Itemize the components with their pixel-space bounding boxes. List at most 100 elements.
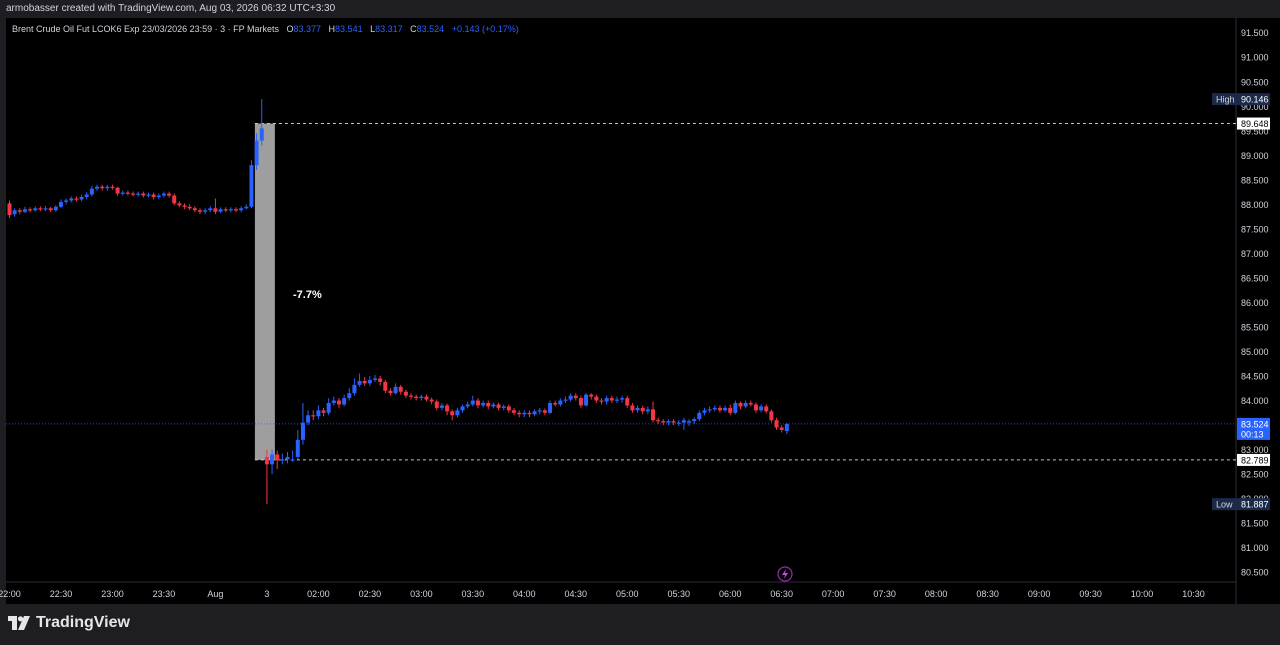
- time-tick-label: 23:00: [101, 589, 124, 599]
- candle-body: [125, 192, 130, 194]
- candle-body: [470, 400, 475, 405]
- candle-body: [537, 410, 542, 412]
- current-price-label: 83.524: [1241, 419, 1269, 429]
- time-tick-label: 05:30: [667, 589, 690, 599]
- price-tick-label: 89.000: [1241, 151, 1269, 161]
- candle-body: [692, 419, 697, 422]
- candle-body: [367, 379, 372, 384]
- bottom-level-price-label: 82.789: [1241, 455, 1269, 465]
- tradingview-logo[interactable]: TradingView: [8, 614, 130, 632]
- candle-body: [743, 402, 748, 407]
- candle-body: [131, 193, 136, 195]
- price-tick-label: 80.500: [1241, 568, 1269, 578]
- candle-body: [594, 396, 599, 401]
- high-price-label: 90.146: [1241, 95, 1269, 105]
- candle-body: [89, 188, 94, 195]
- candle[interactable]: [584, 393, 589, 407]
- candle-body: [270, 454, 275, 465]
- candlestick-chart[interactable]: -7.7% 80.50081.00081.50082.00082.50083.0…: [0, 18, 1280, 604]
- plot-area[interactable]: [6, 18, 1236, 582]
- candle-body: [620, 398, 625, 400]
- candle-body: [115, 187, 120, 194]
- time-tick-label: 06:30: [770, 589, 793, 599]
- candle-body: [455, 410, 460, 416]
- candle-body: [100, 186, 105, 189]
- candle-body: [321, 410, 326, 413]
- candle-body: [779, 427, 784, 430]
- candle-body: [635, 407, 640, 411]
- candle-body: [239, 208, 244, 211]
- candle-body: [64, 200, 69, 202]
- candle-body: [419, 396, 424, 399]
- candle-body: [58, 201, 63, 207]
- candle-body: [723, 407, 728, 411]
- candle-body: [347, 393, 352, 399]
- candle-body: [656, 420, 661, 422]
- candle-body: [234, 209, 239, 211]
- candle-body: [687, 421, 692, 423]
- candle-body: [280, 459, 285, 461]
- candle-body: [774, 420, 779, 428]
- time-tick-label: 03:00: [410, 589, 433, 599]
- legend-high: 83.541: [335, 24, 363, 34]
- price-tick-label: 88.000: [1241, 200, 1269, 210]
- candle[interactable]: [249, 160, 254, 209]
- candle-body: [609, 398, 614, 401]
- candle-body: [218, 209, 223, 212]
- candle-body: [393, 386, 398, 394]
- time-tick-label: 09:30: [1079, 589, 1102, 599]
- candle-body: [676, 422, 681, 424]
- candle-body: [177, 203, 182, 206]
- candle-body: [584, 394, 589, 406]
- candle-body: [465, 404, 470, 407]
- candle-body: [43, 208, 48, 210]
- candle-body: [630, 405, 635, 411]
- candle-body: [645, 409, 650, 412]
- candle-body: [74, 198, 79, 200]
- candle-body: [542, 410, 547, 413]
- time-tick-label: 03:30: [462, 589, 485, 599]
- candle-body: [12, 210, 17, 215]
- candle-body: [589, 394, 594, 397]
- candle-body: [192, 208, 197, 211]
- candle-body: [285, 456, 290, 460]
- candle-body: [614, 399, 619, 401]
- candle-body: [661, 421, 666, 423]
- candle-body: [475, 400, 480, 406]
- gap-percent-label: -7.7%: [293, 289, 322, 301]
- candle-body: [48, 208, 53, 211]
- time-tick-label: 22:00: [0, 589, 21, 599]
- candle-body: [167, 193, 172, 196]
- candle-body: [491, 404, 496, 407]
- legend: Brent Crude Oil Fut LCOK6 Exp 23/03/2026…: [12, 24, 519, 34]
- candle-body: [702, 410, 707, 413]
- candle-body: [527, 412, 532, 415]
- price-tick-label: 91.000: [1241, 53, 1269, 63]
- candle-body: [769, 411, 774, 421]
- candle-body: [517, 412, 522, 415]
- legend-low: 83.317: [375, 24, 403, 34]
- high-price-label-tag: High: [1216, 95, 1235, 105]
- candle-body: [578, 398, 583, 406]
- time-tick-label: 08:00: [925, 589, 948, 599]
- candle-body: [460, 406, 465, 411]
- candle-body: [264, 456, 269, 465]
- price-tick-label: 86.500: [1241, 273, 1269, 283]
- price-tick-label: 83.000: [1241, 445, 1269, 455]
- candle-body: [182, 205, 187, 207]
- time-tick-label: 23:30: [153, 589, 176, 599]
- candle-body: [326, 402, 331, 413]
- legend-symbol: Brent Crude Oil Fut LCOK6 Exp 23/03/2026…: [12, 24, 279, 34]
- legend-open: 83.377: [294, 24, 322, 34]
- candle-body: [383, 381, 388, 391]
- footer: TradingView: [0, 604, 1280, 645]
- candle-body: [254, 140, 259, 166]
- candle-body: [439, 405, 444, 408]
- candle-body: [197, 210, 202, 212]
- candle-body: [573, 395, 578, 399]
- candle-body: [146, 194, 151, 196]
- price-tick-label: 82.500: [1241, 470, 1269, 480]
- candle-body: [558, 400, 563, 405]
- price-tick-label: 85.000: [1241, 347, 1269, 357]
- candle-body: [450, 411, 455, 416]
